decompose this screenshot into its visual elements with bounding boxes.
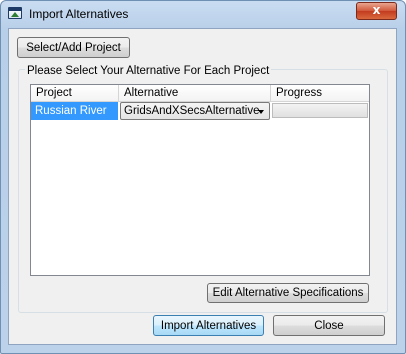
- app-window-icon: [8, 7, 22, 19]
- column-header-project[interactable]: Project: [31, 85, 119, 101]
- table-header: Project Alternative Progress: [31, 85, 369, 102]
- column-header-progress[interactable]: Progress: [271, 85, 369, 101]
- close-button[interactable]: Close: [273, 315, 385, 336]
- project-cell[interactable]: Russian River: [31, 102, 118, 120]
- close-window-button[interactable]: x: [356, 2, 397, 20]
- alternatives-table[interactable]: Project Alternative Progress Russian Riv…: [30, 84, 370, 276]
- group-label: Please Select Your Alternative For Each …: [25, 65, 272, 77]
- window-title: Import Alternatives: [29, 7, 129, 21]
- table-row[interactable]: Russian River GridsAndXSecsAlternative: [31, 102, 369, 120]
- alternative-selected-value: GridsAndXSecsAlternative: [124, 105, 260, 117]
- select-add-project-button[interactable]: Select/Add Project: [17, 37, 130, 58]
- chevron-down-icon[interactable]: [258, 110, 264, 114]
- column-header-alternative[interactable]: Alternative: [119, 85, 271, 101]
- alternative-dropdown[interactable]: GridsAndXSecsAlternative: [120, 102, 270, 120]
- title-bar: Import Alternatives x: [1, 1, 405, 29]
- progress-bar: [272, 103, 368, 118]
- edit-alternative-specifications-button[interactable]: Edit Alternative Specifications: [207, 283, 369, 303]
- import-alternatives-button[interactable]: Import Alternatives: [153, 315, 264, 336]
